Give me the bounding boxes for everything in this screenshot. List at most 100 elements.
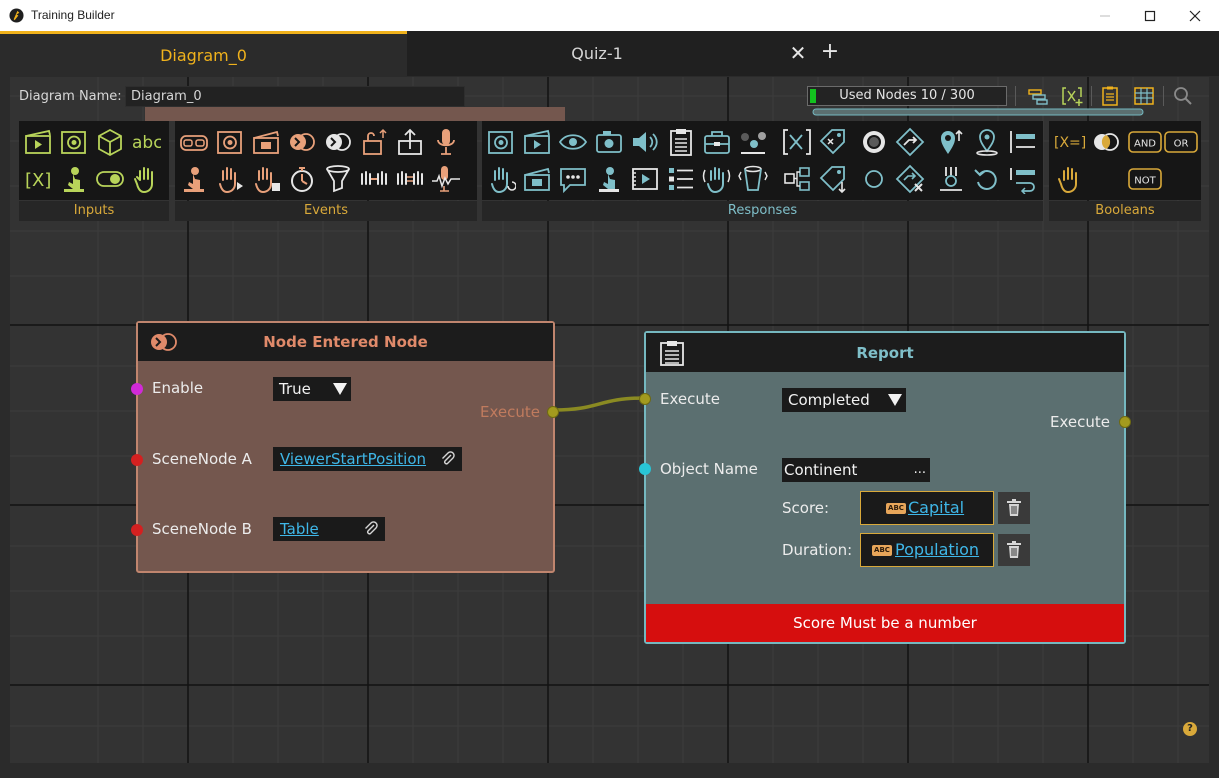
enable-dropdown[interactable]: True (273, 377, 351, 401)
scenenode-a-link[interactable]: ViewerStartPosition (280, 450, 426, 468)
camera-response-icon[interactable] (486, 127, 516, 157)
clipboard-icon[interactable] (1099, 85, 1121, 107)
duration-link[interactable]: Population (895, 540, 979, 559)
tab-diagram-0[interactable]: Diagram_0 (0, 31, 407, 76)
touch-event-icon[interactable] (179, 164, 209, 194)
help-button[interactable]: ? (1183, 722, 1197, 736)
search-icon[interactable] (1172, 85, 1194, 107)
microphone-event-icon[interactable] (431, 127, 461, 157)
more-options-button[interactable]: ... (914, 458, 926, 482)
timer-event-icon[interactable] (287, 164, 317, 194)
score-field[interactable]: ABC Capital (860, 491, 994, 525)
checklist-response-icon[interactable] (666, 164, 696, 194)
upload-event-icon[interactable] (395, 127, 425, 157)
layers-icon[interactable] (1027, 85, 1049, 107)
circle-response-icon[interactable] (859, 164, 889, 194)
speaker-response-icon[interactable] (630, 127, 660, 157)
execute-output-port[interactable] (547, 406, 559, 418)
and-boolean-icon[interactable]: AND (1128, 129, 1162, 155)
tag-down-response-icon[interactable] (818, 164, 848, 194)
node-entered-event-icon[interactable] (287, 127, 317, 157)
tag-up-response-icon[interactable] (818, 127, 848, 157)
toolbox-response-icon[interactable] (702, 127, 732, 157)
add-variable-icon[interactable] (1061, 85, 1083, 107)
delete-duration-button[interactable] (998, 534, 1030, 566)
paperclip-icon[interactable] (363, 521, 379, 537)
execute-input-port[interactable] (639, 393, 651, 405)
object-name-input-port[interactable] (639, 463, 651, 475)
film-input-icon[interactable] (23, 127, 53, 157)
report-response-icon[interactable] (666, 127, 696, 157)
object-name-field[interactable]: Continent ... (782, 458, 930, 482)
scenenode-a-field[interactable]: ViewerStartPosition (273, 447, 462, 471)
vibrate-response-icon[interactable] (738, 164, 768, 194)
score-link[interactable]: Capital (908, 498, 964, 517)
delete-score-button[interactable] (998, 492, 1030, 524)
hand-boolean-icon[interactable] (1055, 164, 1085, 194)
scene-event-icon[interactable] (251, 127, 281, 157)
diagram-name-input[interactable]: Diagram_0 (125, 86, 465, 107)
list-loop-response-icon[interactable] (1008, 164, 1038, 194)
string-input-icon[interactable]: abc (131, 127, 161, 157)
undo-response-icon[interactable] (972, 164, 1002, 194)
scenenode-b-input-port[interactable] (131, 524, 143, 536)
hands-swap-event-icon[interactable] (395, 164, 425, 194)
duration-field[interactable]: ABC Population (860, 533, 994, 567)
node-exited-event-icon[interactable] (323, 127, 353, 157)
grab-event-icon[interactable] (215, 164, 245, 194)
vr-headset-event-icon[interactable] (179, 127, 209, 157)
touch-input-icon[interactable] (59, 164, 89, 194)
navigate-diamond-response-icon[interactable] (895, 127, 925, 157)
hand-input-icon[interactable] (131, 164, 161, 194)
teleport-response-icon[interactable] (936, 164, 966, 194)
record-circle-response-icon[interactable] (859, 127, 889, 157)
touch-response-icon[interactable] (594, 164, 624, 194)
stop-scene-response-icon[interactable] (522, 164, 552, 194)
funnel-event-icon[interactable] (323, 164, 353, 194)
tab-quiz-1[interactable]: Quiz-1 (407, 31, 787, 76)
variable-input-icon[interactable]: [X] (23, 164, 53, 194)
close-window-button[interactable] (1172, 0, 1218, 31)
camera-event-icon[interactable] (215, 127, 245, 157)
release-event-icon[interactable] (251, 164, 281, 194)
list-response-icon[interactable] (1008, 127, 1038, 157)
enable-input-port[interactable] (131, 383, 143, 395)
snapshot-response-icon[interactable] (594, 127, 624, 157)
message-response-icon[interactable] (558, 164, 588, 194)
toggle-input-icon[interactable] (95, 164, 125, 194)
hierarchy-response-icon[interactable] (782, 164, 812, 194)
location-arrow-response-icon[interactable] (936, 127, 966, 157)
not-boolean-icon[interactable]: NOT (1128, 166, 1162, 192)
location-pin-response-icon[interactable] (972, 127, 1002, 157)
venn-boolean-icon[interactable] (1091, 127, 1121, 157)
particles-response-icon[interactable] (738, 127, 768, 157)
maximize-button[interactable] (1127, 0, 1173, 31)
minimize-button[interactable] (1082, 0, 1128, 31)
or-boolean-icon[interactable]: OR (1164, 129, 1198, 155)
completion-status-dropdown[interactable]: Completed (782, 388, 906, 412)
add-tab-button[interactable]: + (820, 41, 840, 63)
report-node[interactable]: Report Execute Completed Execute Object … (639, 331, 1131, 644)
rotate-hand-response-icon[interactable] (486, 164, 516, 194)
execute-output-port[interactable] (1119, 416, 1131, 428)
unlock-event-icon[interactable] (359, 127, 389, 157)
table-view-icon[interactable] (1133, 85, 1155, 107)
video-frame-response-icon[interactable] (630, 164, 660, 194)
scenenode-b-field[interactable]: Table (273, 517, 385, 541)
set-variable-response-icon[interactable] (782, 127, 812, 157)
camera-input-icon[interactable] (59, 127, 89, 157)
scenenode-a-input-port[interactable] (131, 454, 143, 466)
string-tag-icon: ABC (872, 545, 892, 556)
compare-variable-icon[interactable]: [X=] (1053, 127, 1089, 157)
paperclip-icon[interactable] (440, 451, 456, 467)
cancel-navigate-response-icon[interactable] (895, 164, 925, 194)
eye-response-icon[interactable] (558, 127, 588, 157)
play-video-response-icon[interactable] (522, 127, 552, 157)
hand-wave-response-icon[interactable] (702, 164, 732, 194)
cube-input-icon[interactable] (95, 127, 125, 157)
close-tab-button[interactable]: ✕ (788, 43, 808, 63)
hands-sync-event-icon[interactable] (359, 164, 389, 194)
node-entered-node[interactable]: Node Entered Node Enable True SceneNode … (131, 321, 559, 573)
scenenode-b-link[interactable]: Table (280, 520, 319, 538)
voice-wave-event-icon[interactable] (431, 164, 461, 194)
